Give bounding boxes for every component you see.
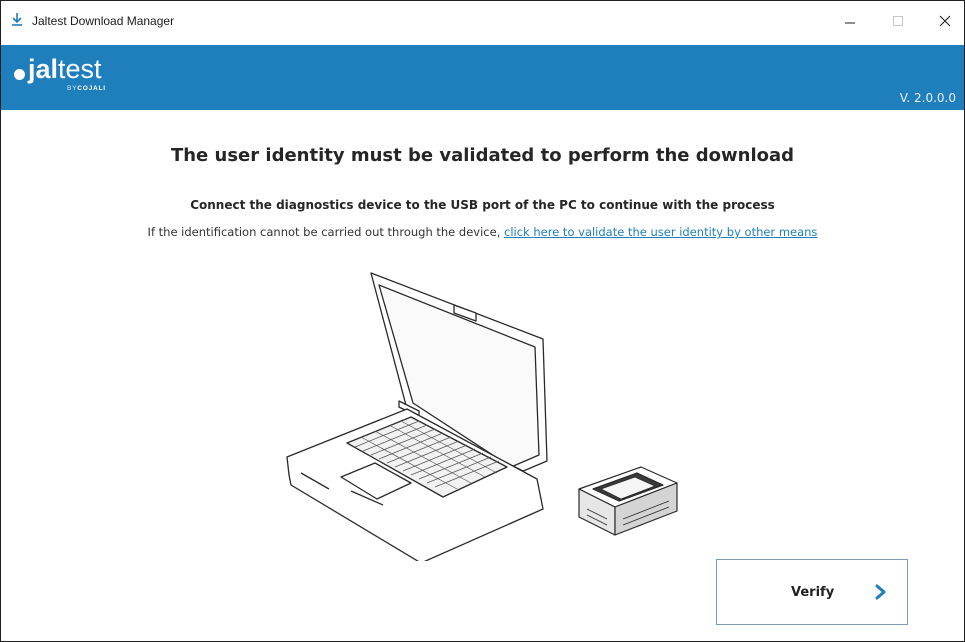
maximize-button[interactable] <box>875 1 921 37</box>
jaltest-logo: jaltest BYCOJALI <box>12 54 172 96</box>
page-heading: The user identity must be validated to p… <box>170 145 795 166</box>
info-text: If the identification cannot be carried … <box>147 225 505 239</box>
logo-byline: BYCOJALI <box>67 85 106 92</box>
laptop-icon <box>286 272 548 561</box>
verify-button[interactable]: Verify <box>716 559 908 625</box>
header-banner: jaltest BYCOJALI V. 2.0.0.0 <box>1 45 964 110</box>
maximize-icon <box>893 16 903 26</box>
logo-dot <box>14 69 25 80</box>
close-icon <box>939 15 951 27</box>
laptop-device-illustration <box>286 272 678 561</box>
version-label: V. 2.0.0.0 <box>899 91 956 105</box>
download-arrow-icon <box>12 13 22 26</box>
minimize-button[interactable] <box>827 1 873 37</box>
title-bar: Jaltest Download Manager <box>1 1 964 45</box>
minimize-icon <box>845 22 855 24</box>
verify-label: Verify <box>791 585 835 600</box>
diagnostic-device-icon <box>578 466 678 536</box>
window-title: Jaltest Download Manager <box>32 14 175 28</box>
validate-other-means-link[interactable]: click here to validate the user identity… <box>504 225 817 239</box>
close-button[interactable] <box>922 1 964 37</box>
alternative-info: If the identification cannot be carried … <box>1 225 964 239</box>
app-window: Jaltest Download Manager jaltest BYCOJAL… <box>0 0 965 642</box>
chevron-right-icon <box>875 584 886 600</box>
instruction-text: Connect the diagnostics device to the US… <box>190 198 775 212</box>
logo-wordmark: jaltest <box>28 54 102 84</box>
